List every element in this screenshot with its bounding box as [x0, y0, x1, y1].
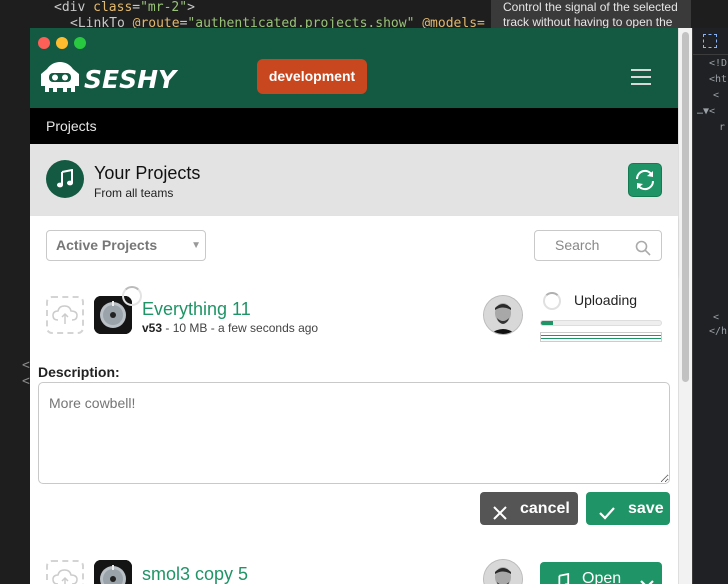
app-logo[interactable]: SESHY — [38, 60, 206, 99]
dom-node[interactable]: </h — [709, 326, 727, 337]
chevron-down-icon[interactable] — [638, 570, 656, 584]
upload-progress-fill — [541, 321, 553, 325]
app-header: SESHY development — [30, 28, 692, 108]
scrollbar-thumb[interactable] — [682, 32, 689, 382]
project-version-meta: v53 - 10 MB - a few seconds ago — [142, 321, 318, 335]
cancel-button[interactable]: cancel — [480, 492, 578, 525]
project-name[interactable]: Everything 11 — [142, 299, 251, 320]
project-card: smol3 copy 5 Open — [30, 542, 678, 584]
logic-pro-icon — [94, 560, 132, 584]
upload-dropzone[interactable] — [46, 296, 84, 334]
music-note-icon — [554, 570, 570, 584]
dom-node[interactable]: < — [713, 312, 719, 323]
avatar[interactable] — [484, 296, 522, 334]
loading-spinner-icon — [122, 286, 142, 306]
code-fragment: < — [22, 374, 30, 389]
open-project-button[interactable]: Open — [540, 562, 662, 584]
main-content: Your Projects From all teams Active Proj… — [30, 144, 678, 584]
devtools-panel: <!D <ht < …▼< r < </h — [692, 28, 728, 584]
robot-logo-icon — [41, 62, 79, 92]
refresh-button[interactable] — [628, 163, 662, 197]
cancel-label: cancel — [520, 500, 570, 517]
menu-icon[interactable] — [631, 69, 651, 90]
upload-status-label: Uploading — [574, 292, 638, 308]
avatar[interactable] — [484, 560, 522, 584]
projects-header: Your Projects From all teams — [30, 144, 678, 217]
tooltip: Control the signal of the selected track… — [491, 0, 691, 28]
dom-node[interactable]: < — [713, 90, 719, 101]
cloud-upload-icon — [52, 569, 78, 584]
loading-spinner-icon — [543, 292, 561, 310]
code-line: <div class="mr-2"> — [54, 0, 195, 15]
music-note-icon — [46, 160, 84, 198]
upload-activity-bar — [540, 332, 662, 342]
project-version: v53 — [142, 321, 163, 335]
save-label: save — [628, 500, 664, 517]
select-value: Active Projects — [56, 237, 158, 253]
project-filter-select[interactable]: Active Projects ▼ — [46, 230, 206, 261]
dom-node[interactable]: …▼< — [697, 106, 715, 117]
maximize-window-button[interactable] — [74, 37, 86, 49]
page-title: Your Projects — [94, 163, 201, 183]
devtools-toolbar — [693, 28, 728, 55]
cloud-upload-icon — [52, 305, 78, 324]
inspect-element-icon[interactable] — [703, 34, 717, 48]
project-card: Everything 11 v53 - 10 MB - a few second… — [30, 274, 678, 543]
dom-node[interactable]: <!D — [709, 58, 727, 69]
environment-badge: development — [257, 59, 367, 94]
chevron-down-icon: ▼ — [191, 240, 201, 251]
breadcrumb: Projects — [30, 108, 678, 144]
code-fragment: < — [22, 358, 30, 373]
close-icon — [492, 500, 508, 533]
search-placeholder: Search — [555, 237, 600, 253]
save-button[interactable]: save — [586, 492, 670, 525]
check-icon — [598, 500, 616, 533]
app-window: SESHY development Projects Your Projects… — [30, 28, 692, 584]
tooltip-text: Control the signal of the selected track… — [503, 0, 678, 28]
window-controls — [38, 36, 92, 54]
close-window-button[interactable] — [38, 37, 50, 49]
description-label: Description: — [38, 364, 120, 380]
dom-node[interactable]: <ht — [709, 74, 727, 85]
project-meta: - 10 MB - a few seconds ago — [162, 321, 319, 335]
upload-dropzone[interactable] — [46, 560, 84, 584]
open-label: Open — [582, 570, 622, 584]
page-subtitle: From all teams — [94, 186, 174, 200]
scrollbar[interactable] — [678, 28, 692, 584]
upload-progress-bar — [540, 320, 662, 326]
dom-node[interactable]: r — [719, 122, 725, 133]
logo-text: SESHY — [84, 65, 179, 94]
filter-bar: Active Projects ▼ Search — [30, 216, 678, 275]
upload-status: Uploading — [540, 290, 662, 350]
search-icon — [635, 237, 651, 266]
breadcrumb-projects[interactable]: Projects — [46, 118, 97, 134]
description-field[interactable] — [38, 382, 670, 484]
project-name[interactable]: smol3 copy 5 — [142, 564, 248, 584]
search-input[interactable]: Search — [534, 230, 662, 261]
minimize-window-button[interactable] — [56, 37, 68, 49]
refresh-icon — [635, 169, 655, 191]
